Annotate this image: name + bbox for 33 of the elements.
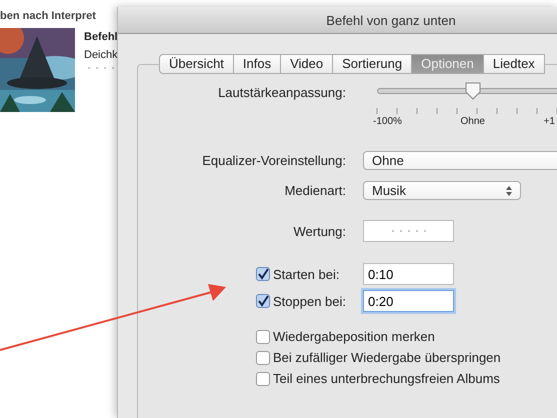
rating-field[interactable] bbox=[363, 220, 454, 242]
scale-label: +1 bbox=[544, 116, 555, 127]
column-header: ben nach Interpret bbox=[0, 9, 97, 24]
checkbox-label: Stoppen bei: bbox=[273, 294, 346, 308]
checkbox-label: Teil eines unterbrechungsfreien Albums bbox=[273, 371, 500, 386]
media-kind-dropdown[interactable]: Musik bbox=[363, 181, 521, 200]
field-label: Medienart: bbox=[284, 183, 347, 198]
time-field[interactable]: 0:20 bbox=[363, 290, 454, 312]
checkbox[interactable] bbox=[256, 267, 270, 281]
equalizer-dropdown[interactable]: Ohne bbox=[363, 151, 557, 170]
field-label: Lautstärkeanpassung: bbox=[217, 85, 347, 100]
checkbox[interactable] bbox=[256, 350, 270, 364]
checkbox[interactable] bbox=[256, 330, 270, 344]
tab[interactable]: Video bbox=[281, 54, 334, 74]
field-label: Wertung: bbox=[292, 224, 347, 238]
artist-name: Deichk bbox=[84, 49, 119, 61]
tab[interactable]: Liedtex bbox=[484, 54, 545, 74]
tab[interactable]: Infos bbox=[234, 54, 282, 74]
scale-label: Ohne bbox=[460, 116, 485, 127]
tab[interactable]: Sortierung bbox=[333, 54, 412, 74]
checkbox[interactable] bbox=[256, 294, 270, 308]
song-title: Befehl bbox=[84, 31, 119, 43]
stepper-icon bbox=[506, 186, 512, 196]
checkbox[interactable] bbox=[256, 372, 270, 386]
scale-label: -100% bbox=[373, 116, 402, 127]
window-title: Befehl von ganz unten bbox=[326, 12, 456, 28]
field-label: Equalizer-Voreinstellung: bbox=[201, 153, 347, 168]
checkbox-label: Bei zufälliger Wiedergabe überspringen bbox=[273, 350, 501, 365]
tab[interactable]: Übersicht bbox=[159, 54, 234, 74]
slider-thumb[interactable] bbox=[465, 82, 481, 100]
checkbox-label: Wiedergabeposition merken bbox=[273, 329, 435, 344]
time-field[interactable]: 0:10 bbox=[363, 263, 454, 285]
checkbox-label: Starten bei: bbox=[273, 266, 340, 282]
